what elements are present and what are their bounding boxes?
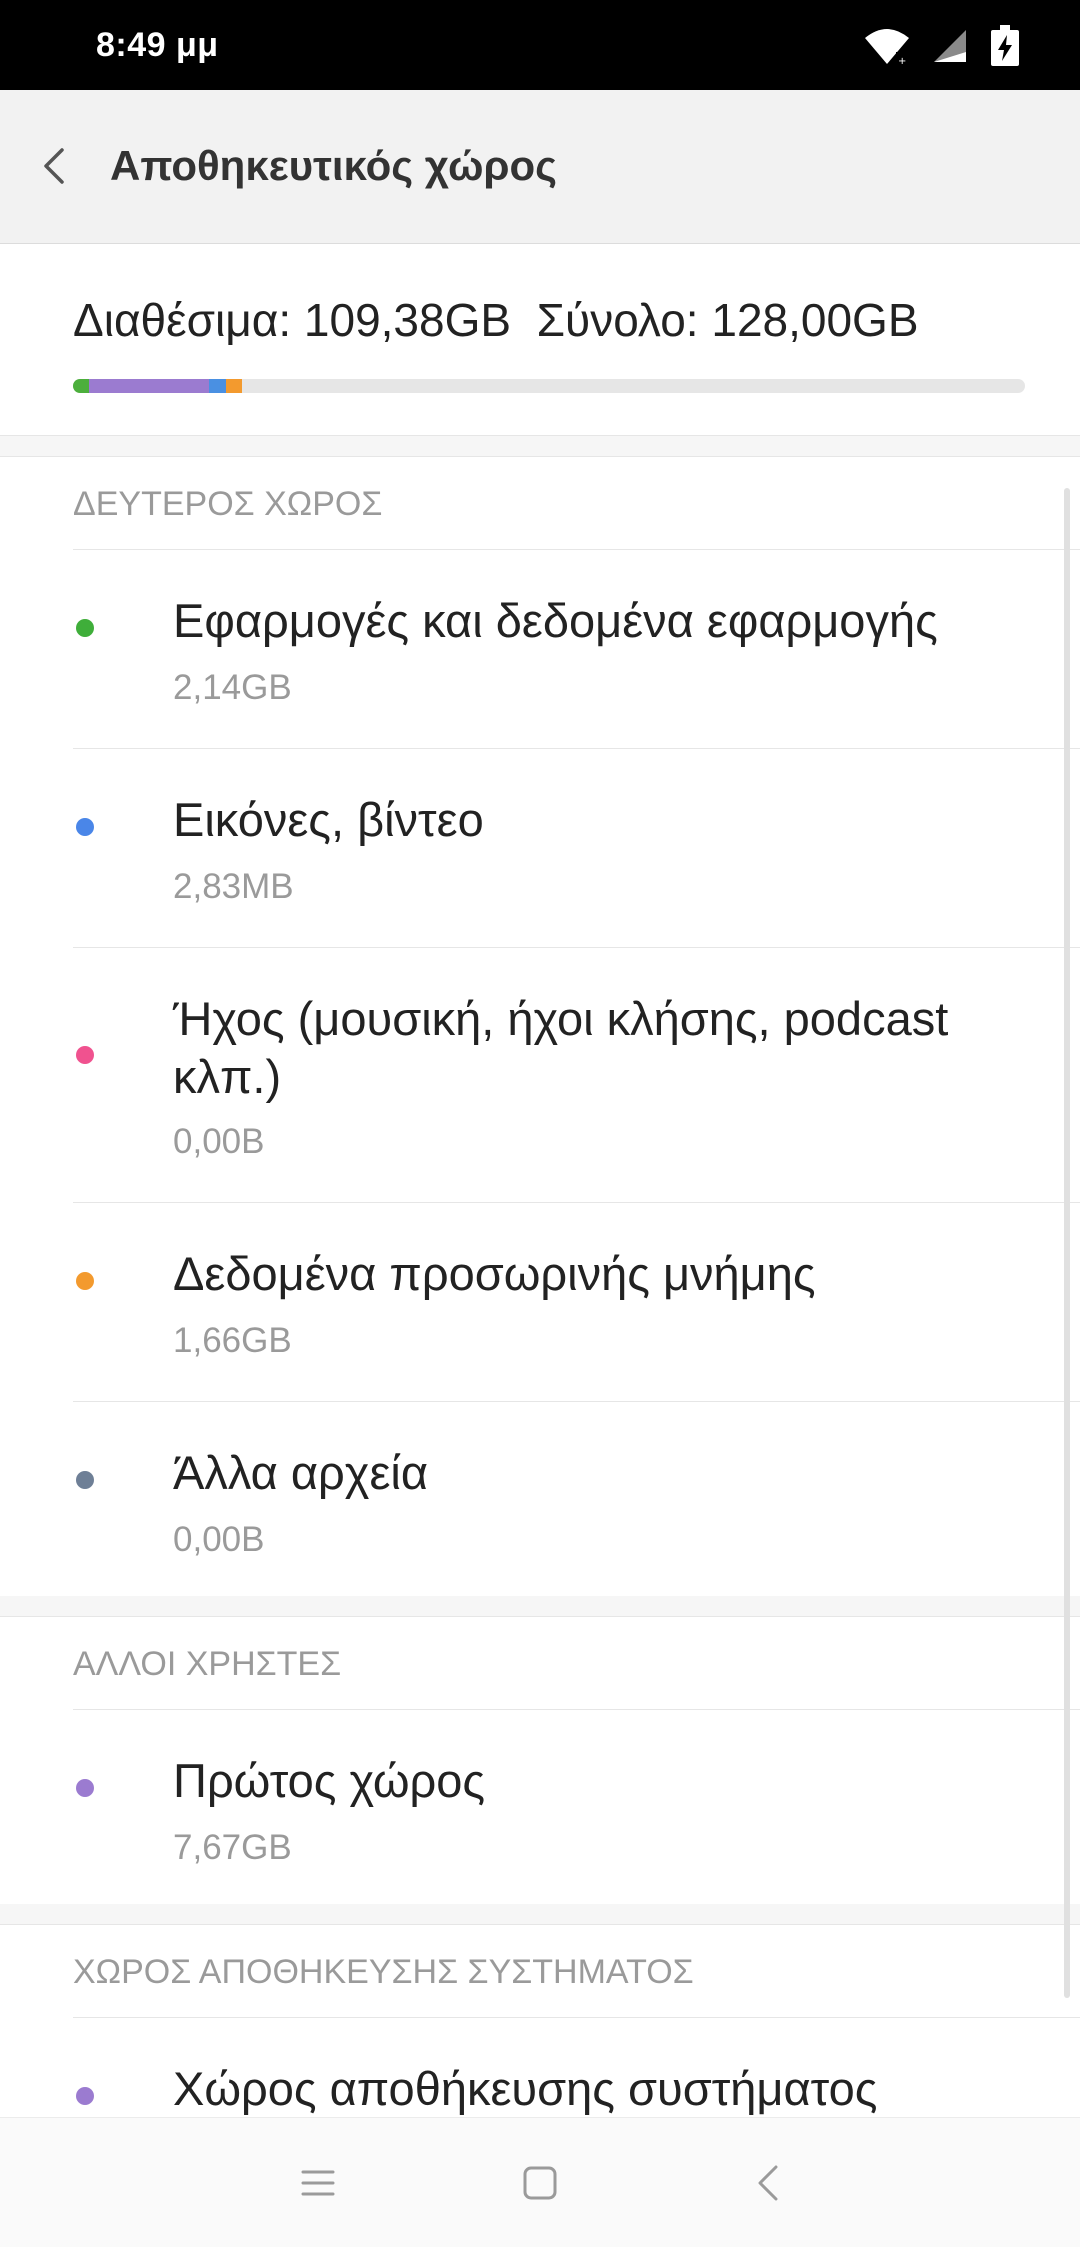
app-bar: Αποθηκευτικός χώρος [0,90,1080,244]
navigation-bar [0,2117,1080,2247]
nav-back-button[interactable] [740,2158,796,2208]
section-gap [0,436,1080,456]
section-gap [0,1904,1080,1924]
item-title: Πρώτος χώρος [173,1754,486,1807]
home-button[interactable] [512,2158,568,2208]
back-icon [758,2165,778,2201]
back-button[interactable] [34,136,74,196]
section-header: ΑΛΛΟΙ ΧΡΗΣΤΕΣ [73,1617,1080,1710]
section-system-storage: ΧΩΡΟΣ ΑΠΟΘΗΚΕΥΣΗΣ ΣΥΣΤΗΜΑΤΟΣ Χώρος αποθή… [0,1924,1080,2117]
section-header: ΔΕΥΤΕΡΟΣ ΧΩΡΟΣ [73,457,1080,550]
battery-charging-icon [990,25,1020,67]
list-item-system-storage[interactable]: Χώρος αποθήκευσης συστήματος [73,2018,1080,2117]
home-icon [523,2166,557,2200]
status-bar: 8:49 μμ + [0,0,1080,90]
color-dot [76,1471,94,1489]
page-title: Αποθηκευτικός χώρος [110,142,557,189]
content: Διαθέσιμα: 109,38GB Σύνολο: 128,00GB ΔΕΥ… [0,243,1080,2117]
color-dot [76,818,94,836]
item-size: 7,67GB [173,1828,292,1867]
storage-summary-text: Διαθέσιμα: 109,38GB Σύνολο: 128,00GB [73,294,919,346]
list-item-images-video[interactable]: Εικόνες, βίντεο 2,83MB [73,749,1080,948]
list-item-cache[interactable]: Δεδομένα προσωρινής μνήμης 1,66GB [73,1203,1080,1402]
item-title: Εφαρμογές και δεδομένα εφαρμογής [173,594,938,647]
menu-icon [301,2170,335,2196]
storage-usage-bar [73,379,1025,393]
storage-summary: Διαθέσιμα: 109,38GB Σύνολο: 128,00GB [0,243,1080,436]
usage-bar-segment [225,379,242,393]
section-other-users: ΑΛΛΟΙ ΧΡΗΣΤΕΣ Πρώτος χώρος 7,67GB [0,1616,1080,1906]
usage-bar-segment [88,379,209,393]
section-header: ΧΩΡΟΣ ΑΠΟΘΗΚΕΥΣΗΣ ΣΥΣΤΗΜΑΤΟΣ [73,1925,1080,2018]
list-item-audio[interactable]: Ήχος (μουσική, ήχοι κλήσης, podcast κλπ.… [73,948,1080,1203]
wifi-icon: + [864,26,910,66]
menu-button[interactable] [290,2158,346,2208]
item-title: Δεδομένα προσωρινής μνήμης [173,1247,816,1300]
item-title: Χώρος αποθήκευσης συστήματος [173,2062,878,2115]
item-size: 1,66GB [173,1321,292,1360]
color-dot [76,2087,94,2105]
scrollbar[interactable] [1064,488,1070,1998]
item-size: 2,14GB [173,668,292,707]
color-dot [76,1046,94,1064]
section-secondary-space: ΔΕΥΤΕΡΟΣ ΧΩΡΟΣ Εφαρμογές και δεδομένα εφ… [0,456,1080,1598]
item-title: Άλλα αρχεία [173,1446,429,1499]
list-item-apps[interactable]: Εφαρμογές και δεδομένα εφαρμογής 2,14GB [73,550,1080,749]
status-icons: + [864,24,1020,68]
item-size: 2,83MB [173,867,294,906]
svg-text:+: + [898,56,906,66]
chevron-left-icon [44,148,64,184]
list-item-other-files[interactable]: Άλλα αρχεία 0,00B [73,1402,1080,1600]
item-size: 0,00B [173,1122,265,1161]
signal-icon [932,28,968,64]
item-title: Εικόνες, βίντεο [173,793,484,846]
color-dot [76,1779,94,1797]
list-item-first-space[interactable]: Πρώτος χώρος 7,67GB [73,1710,1080,1906]
item-size: 0,00B [173,1520,265,1559]
color-dot [76,619,94,637]
color-dot [76,1272,94,1290]
item-title: Ήχος (μουσική, ήχοι κλήσης, podcast κλπ.… [173,992,949,1103]
section-gap [0,1596,1080,1616]
usage-bar-segment [73,379,89,393]
usage-bar-segment [208,379,226,393]
status-time: 8:49 μμ [96,26,219,64]
